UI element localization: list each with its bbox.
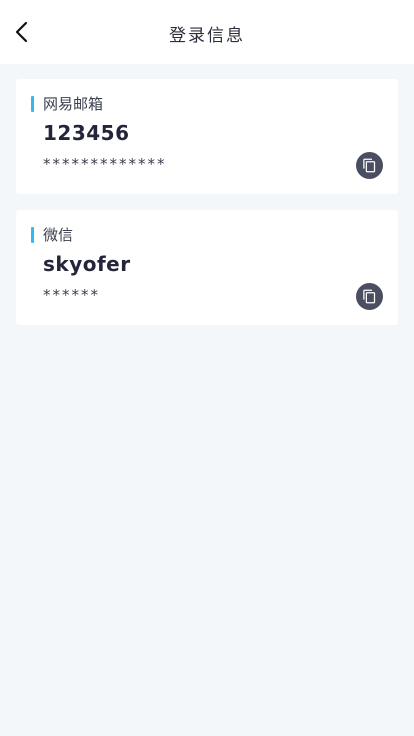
account-card-netease: 网易邮箱 123456 *************: [16, 79, 398, 194]
account-name: 123456: [43, 121, 130, 145]
account-label-row: 网易邮箱: [31, 95, 103, 113]
copy-icon: [363, 289, 376, 304]
copy-icon: [363, 158, 376, 173]
accent-bar: [31, 96, 34, 112]
accent-bar: [31, 227, 34, 243]
account-name: skyofer: [43, 252, 131, 276]
account-password: ******: [43, 286, 100, 304]
copy-button[interactable]: [356, 283, 383, 310]
account-password: *************: [43, 155, 167, 173]
copy-button[interactable]: [356, 152, 383, 179]
header-bar: 登录信息: [0, 0, 414, 64]
account-type-label: 网易邮箱: [43, 95, 104, 113]
account-type-label: 微信: [43, 226, 74, 244]
page-title: 登录信息: [169, 26, 245, 46]
account-label-row: 微信: [31, 226, 73, 244]
account-card-wechat: 微信 skyofer ******: [16, 210, 398, 325]
